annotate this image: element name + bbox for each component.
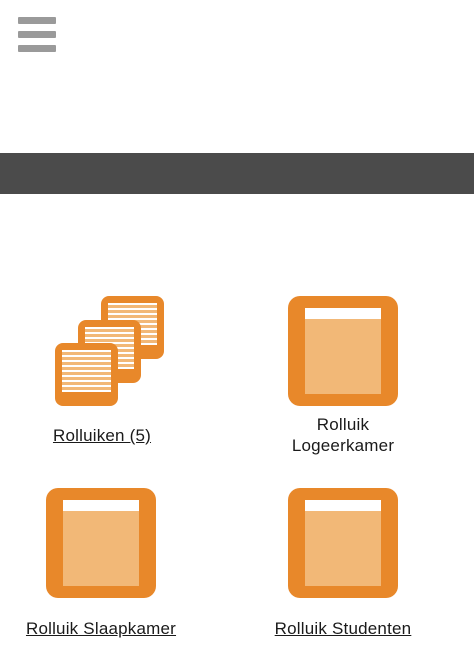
tile-label: Rolluik Logeerkamer (291, 415, 395, 455)
shutter-icon (288, 488, 398, 598)
tile-rolluik-studenten[interactable]: Rolluik Studenten (233, 488, 453, 648)
menu-bar (18, 45, 56, 52)
menu-bar (18, 17, 56, 24)
shutter-icon (288, 296, 398, 406)
title-bar (0, 153, 474, 194)
tile-rolluik-logeerkamer[interactable]: Rolluik Logeerkamer (233, 296, 453, 456)
shutter-icon (46, 488, 156, 598)
tile-label[interactable]: Rolluik Slaapkamer (0, 618, 211, 639)
tile-rolluik-slaapkamer[interactable]: Rolluik Slaapkamer (0, 488, 211, 648)
tile-rolluiken-group[interactable]: Rolluiken (5) (0, 296, 212, 456)
hamburger-menu-icon[interactable] (18, 17, 56, 55)
shutter-group-icon (47, 296, 164, 406)
menu-bar (18, 31, 56, 38)
tile-label[interactable]: Rolluik Studenten (233, 618, 453, 639)
tile-label[interactable]: Rolluiken (5) (0, 425, 212, 446)
